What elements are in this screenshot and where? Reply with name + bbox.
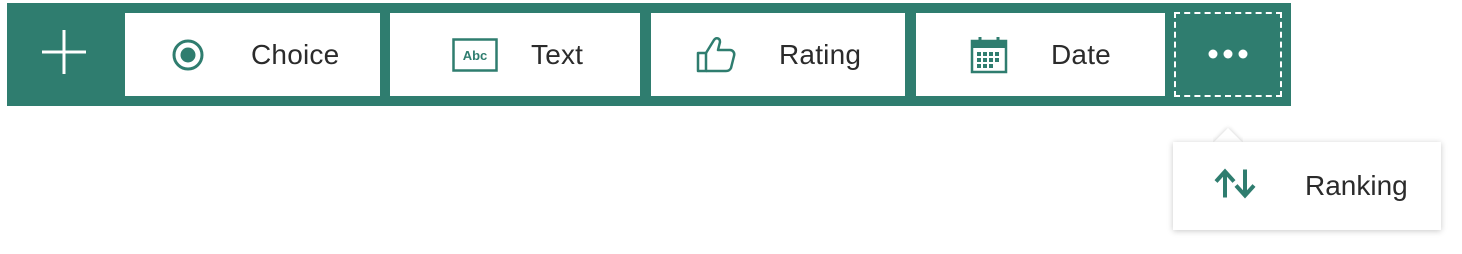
radio-button-icon bbox=[171, 38, 205, 72]
thumbs-up-icon bbox=[695, 36, 737, 74]
plus-icon bbox=[40, 28, 88, 81]
question-type-toolbar: Choice Abc Text Rating Date bbox=[7, 3, 1291, 106]
choice-label: Choice bbox=[251, 38, 340, 70]
text-button[interactable]: Abc Text bbox=[390, 13, 640, 96]
ellipsis-icon bbox=[1208, 46, 1248, 64]
choice-button[interactable]: Choice bbox=[125, 13, 380, 96]
date-label: Date bbox=[1051, 38, 1111, 70]
ranking-menu-item[interactable]: Ranking bbox=[1173, 142, 1441, 230]
more-menu-pointer bbox=[1213, 114, 1243, 144]
ranking-label: Ranking bbox=[1305, 170, 1408, 201]
add-question-button[interactable] bbox=[7, 3, 121, 106]
text-label: Text bbox=[531, 38, 584, 70]
text-abc-icon: Abc bbox=[452, 37, 498, 72]
more-question-types-button[interactable] bbox=[1174, 12, 1282, 97]
rating-button[interactable]: Rating bbox=[651, 13, 905, 96]
sort-arrows-icon bbox=[1213, 168, 1259, 205]
question-type-picker: Choice Abc Text Rating Date Ranking bbox=[0, 0, 1462, 254]
rating-label: Rating bbox=[779, 38, 862, 70]
date-button[interactable]: Date bbox=[916, 13, 1165, 96]
text-icon-glyph: Abc bbox=[463, 48, 488, 63]
calendar-icon bbox=[970, 36, 1008, 74]
